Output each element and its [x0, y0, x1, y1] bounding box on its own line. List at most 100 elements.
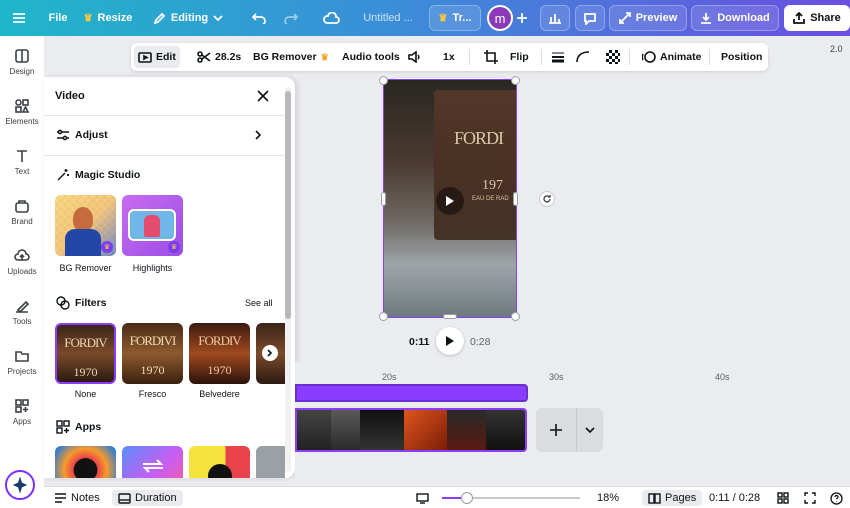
resize-handle[interactable] — [511, 76, 520, 85]
adjust-row[interactable]: Adjust — [44, 117, 285, 155]
share-button[interactable]: Share — [784, 5, 850, 31]
rail-item-elements[interactable]: Elements — [0, 88, 44, 136]
rail-item-projects[interactable]: Projects — [0, 338, 44, 386]
rail-item-design[interactable]: Design — [0, 38, 44, 86]
expand-icon — [618, 12, 631, 24]
edit-button[interactable]: Edit — [134, 46, 180, 68]
zoom-value[interactable]: 18% — [597, 490, 619, 506]
panel-scrollbar-thumb[interactable] — [285, 91, 291, 319]
highlights-thumbnail[interactable]: ♛ — [122, 195, 183, 256]
crop-button[interactable] — [480, 46, 502, 68]
preview-button[interactable]: Preview — [609, 5, 687, 31]
border-style-button[interactable] — [547, 46, 569, 68]
app-thumbnail[interactable] — [256, 446, 285, 478]
timeline: 20s 30s 40s — [295, 362, 850, 484]
video-element[interactable]: FORDI 197 EAU DE RAD — [383, 79, 517, 318]
filter-label: Belvedere — [199, 389, 240, 399]
editing-mode-button[interactable]: Editing — [148, 5, 228, 31]
rail-label: Elements — [5, 117, 39, 126]
filter-belvedere-thumbnail[interactable]: FORDIV 1970 — [189, 323, 250, 384]
bg-remover-thumbnail[interactable]: ♛ — [55, 195, 116, 256]
crown-icon: ♛ — [83, 12, 93, 24]
resize-handle[interactable] — [381, 192, 386, 206]
context-toolbar: Edit 28.2s BG Remover ♛ Audio tools 1x F… — [131, 43, 768, 71]
divider — [709, 49, 710, 65]
resize-handle[interactable] — [511, 312, 520, 321]
audio-track[interactable] — [295, 384, 528, 402]
resize-handle[interactable] — [379, 312, 388, 321]
magic-assistant-button[interactable] — [5, 470, 35, 500]
notes-button[interactable]: Notes — [54, 490, 100, 506]
rail-item-brand[interactable]: Brand — [0, 188, 44, 236]
volume-button[interactable] — [404, 46, 426, 68]
comment-button[interactable] — [575, 5, 605, 31]
resize-button[interactable]: ♛ Resize — [82, 5, 134, 31]
add-collaborator-button[interactable] — [513, 5, 531, 31]
filters-heading: Filters — [75, 297, 107, 309]
undo-button[interactable] — [246, 5, 272, 31]
transparency-button[interactable] — [602, 46, 624, 68]
position-button[interactable]: Position — [717, 46, 766, 68]
timeline-icon — [118, 492, 131, 504]
panel-scrollbar-track[interactable] — [285, 87, 291, 472]
audio-tools-button[interactable]: Audio tools — [338, 46, 404, 68]
grid-view-button[interactable] — [777, 490, 789, 506]
filter-none-thumbnail[interactable]: FORDIV 1970 — [55, 323, 116, 384]
crop-icon — [484, 50, 498, 64]
zoom-slider-thumb[interactable] — [460, 492, 473, 504]
scroll-right-button[interactable] — [262, 345, 278, 361]
trim-button[interactable]: 28.2s — [193, 46, 245, 68]
filter-fresco-thumbnail[interactable]: FORDIVI 1970 — [122, 323, 183, 384]
rotate-icon — [543, 195, 551, 203]
help-button[interactable] — [830, 490, 843, 506]
design-title[interactable]: Untitled ... — [354, 5, 422, 31]
corner-rounding-button[interactable] — [572, 46, 594, 68]
rotate-handle[interactable] — [539, 191, 555, 207]
rail-label: Tools — [12, 317, 32, 326]
uploads-icon — [14, 249, 30, 261]
video-play-button[interactable] — [436, 187, 464, 215]
resize-handle[interactable] — [379, 76, 388, 85]
add-clip-menu-button[interactable] — [576, 408, 603, 452]
pages-button[interactable]: Pages — [642, 490, 703, 506]
rail-item-uploads[interactable]: Uploads — [0, 238, 44, 286]
bg-remover-button[interactable]: BG Remover ♛ — [249, 46, 333, 68]
notes-icon — [55, 493, 66, 503]
line-weight-icon — [552, 52, 564, 63]
fullscreen-icon — [804, 492, 816, 504]
app-thumbnail[interactable] — [189, 446, 250, 478]
crown-icon: ♛ — [320, 51, 329, 62]
rail-item-apps[interactable]: Apps — [0, 388, 44, 436]
app-thumbnail[interactable] — [122, 446, 183, 478]
resize-handle[interactable] — [443, 314, 457, 319]
rail-item-text[interactable]: Text — [0, 138, 44, 186]
rail-label: Text — [14, 167, 30, 176]
fullscreen-button[interactable] — [804, 490, 816, 506]
team-button[interactable]: ♛ Tr... — [429, 5, 481, 31]
file-menu[interactable]: File — [42, 5, 74, 31]
speed-button[interactable]: 1x — [439, 46, 459, 68]
insights-button[interactable] — [540, 5, 570, 31]
app-thumbnail[interactable] — [55, 446, 116, 478]
filter-next-thumbnail[interactable] — [256, 323, 285, 384]
track-frame — [403, 410, 448, 450]
download-button[interactable]: Download — [691, 5, 779, 31]
filters-see-all-link[interactable]: See all — [245, 298, 273, 308]
rail-item-tools[interactable]: Tools — [0, 288, 44, 336]
avatar[interactable]: m — [487, 5, 513, 31]
animate-button[interactable]: Animate — [638, 46, 705, 68]
add-clip-button[interactable] — [536, 408, 576, 452]
panel-title: Video — [55, 90, 85, 102]
redo-button[interactable] — [278, 5, 304, 31]
close-icon[interactable] — [256, 89, 270, 103]
video-track[interactable] — [295, 408, 527, 452]
duration-button[interactable]: Duration — [112, 490, 183, 506]
cloud-save-icon[interactable] — [318, 5, 344, 31]
projects-icon — [15, 351, 29, 362]
rail-label: Brand — [11, 217, 33, 226]
menu-icon[interactable] — [8, 5, 30, 31]
play-button[interactable] — [436, 327, 464, 355]
flip-button[interactable]: Flip — [506, 46, 533, 68]
fit-view-button[interactable] — [416, 490, 429, 506]
resize-handle[interactable] — [513, 192, 518, 206]
